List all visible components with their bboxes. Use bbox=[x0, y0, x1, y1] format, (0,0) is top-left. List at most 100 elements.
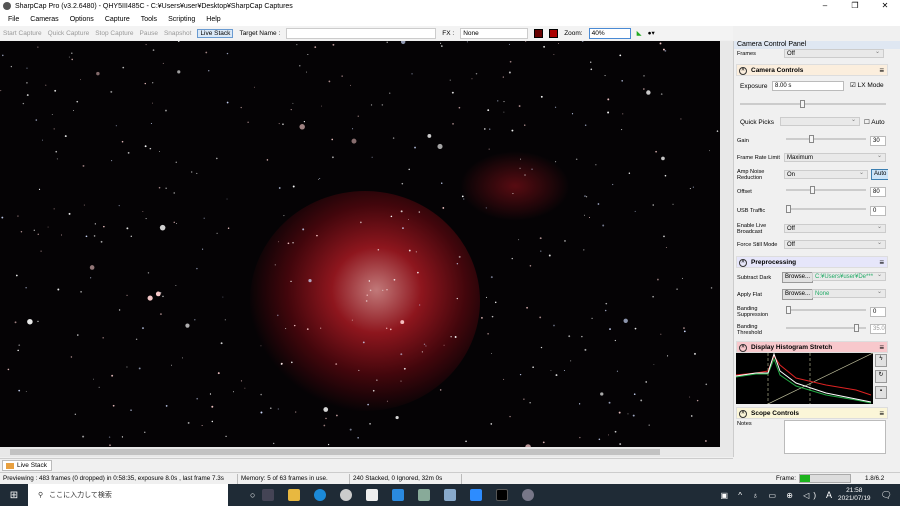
quick-picks-select[interactable] bbox=[780, 116, 860, 126]
menu-icon[interactable]: ≡ bbox=[879, 342, 884, 354]
task-view-icon[interactable] bbox=[262, 489, 275, 501]
file-explorer-icon[interactable] bbox=[288, 489, 301, 501]
star bbox=[253, 86, 255, 88]
menu-tools[interactable]: Tools bbox=[141, 16, 157, 23]
clock[interactable]: 21:58 2021/07/19 bbox=[838, 487, 871, 503]
frame-rate-select[interactable]: Maximum bbox=[784, 152, 886, 162]
histogram-icon[interactable]: ◣ bbox=[637, 29, 642, 37]
reset-icon[interactable]: ↻ bbox=[875, 370, 887, 383]
gain-input[interactable]: 30 bbox=[870, 136, 886, 146]
exposure-slider[interactable] bbox=[740, 100, 886, 110]
app-icon[interactable] bbox=[340, 489, 353, 501]
image-vertical-scrollbar[interactable] bbox=[720, 41, 733, 447]
notification-icon[interactable]: 🗨 bbox=[881, 490, 892, 501]
maximize-button[interactable]: ❐ bbox=[840, 0, 870, 12]
star bbox=[247, 121, 249, 124]
star bbox=[155, 291, 161, 297]
app2-icon[interactable] bbox=[444, 489, 457, 501]
menu-cameras[interactable]: Cameras bbox=[30, 16, 58, 23]
usb-traffic-slider[interactable] bbox=[786, 205, 866, 215]
star bbox=[109, 444, 111, 447]
sharpcap-taskbar-icon[interactable] bbox=[522, 489, 535, 501]
quick-picks-auto-checkbox[interactable]: ☐ Auto bbox=[864, 119, 885, 126]
menu-scripting[interactable]: Scripting bbox=[168, 16, 195, 23]
collapse-icon[interactable]: ^ bbox=[739, 67, 747, 75]
amp-noise-select[interactable]: On bbox=[784, 169, 868, 179]
snapshot-button[interactable]: Snapshot bbox=[164, 30, 191, 37]
taskbar-search[interactable]: ⚲ ここに入力して検索 bbox=[28, 484, 228, 506]
system-tray-icons[interactable]: ▣ ^ ♁ ▭ ⊕ ◁) bbox=[720, 491, 820, 500]
zoom-app-icon[interactable] bbox=[470, 489, 483, 501]
live-stack-button[interactable]: Live Stack bbox=[197, 28, 234, 38]
collapse-icon[interactable]: ^ bbox=[739, 410, 747, 418]
auto-stretch-icon[interactable]: ϟ bbox=[875, 354, 887, 367]
histogram-header[interactable]: ^ Display Histogram Stretch ≡ bbox=[736, 341, 888, 353]
exposure-input[interactable]: 8.00 s bbox=[772, 81, 844, 91]
fx-select[interactable]: None bbox=[460, 27, 529, 39]
force-still-select[interactable]: Off bbox=[784, 239, 886, 249]
menu-capture[interactable]: Capture bbox=[105, 16, 130, 23]
frames-select[interactable]: Off bbox=[784, 48, 884, 58]
paint-icon[interactable] bbox=[418, 489, 431, 501]
tab-live-stack[interactable]: Live Stack bbox=[2, 460, 52, 471]
image-horizontal-scrollbar[interactable] bbox=[0, 447, 733, 457]
histogram-display[interactable] bbox=[736, 353, 873, 404]
offset-input[interactable]: 80 bbox=[870, 187, 886, 197]
star bbox=[175, 223, 177, 224]
magnifier-icon[interactable]: ●▾ bbox=[648, 29, 655, 37]
dark-select[interactable]: C:¥Users¥user¥De*** bbox=[812, 271, 886, 281]
flat-browse-button[interactable]: Browse... bbox=[782, 289, 814, 300]
collapse-icon[interactable]: ^ bbox=[739, 344, 747, 352]
app3-icon[interactable] bbox=[496, 489, 509, 501]
zoom-select[interactable]: 40% bbox=[588, 27, 631, 39]
collapse-icon[interactable]: ^ bbox=[739, 259, 747, 267]
cortana-icon[interactable]: ○ bbox=[250, 490, 255, 500]
mail-icon[interactable] bbox=[392, 489, 405, 501]
banding-suppression-slider[interactable] bbox=[786, 306, 866, 316]
banding-threshold-slider[interactable] bbox=[786, 324, 866, 334]
live-broadcast-select[interactable]: Off bbox=[784, 223, 886, 233]
edge-icon[interactable] bbox=[314, 489, 327, 501]
banding-suppression-input[interactable]: 0 bbox=[870, 307, 886, 317]
menu-icon[interactable]: ≡ bbox=[879, 65, 884, 77]
menu-options[interactable]: Options bbox=[70, 16, 94, 23]
lx-mode-checkbox[interactable]: ☑ LX Mode bbox=[850, 82, 884, 89]
banding-threshold-input[interactable]: 35.0 bbox=[870, 324, 886, 334]
star bbox=[272, 442, 275, 445]
flat-select[interactable]: None bbox=[812, 288, 886, 298]
windows-start-icon[interactable]: ⊞ bbox=[0, 490, 28, 501]
pause-button[interactable]: Pause bbox=[140, 30, 158, 37]
star bbox=[142, 210, 144, 212]
amp-auto-button[interactable]: Auto bbox=[871, 169, 890, 180]
menu-file[interactable]: File bbox=[8, 16, 19, 23]
notes-textarea[interactable] bbox=[784, 420, 886, 454]
target-name-input[interactable] bbox=[286, 27, 437, 39]
panel-scrollbar[interactable] bbox=[888, 49, 900, 457]
quick-capture-button[interactable]: Quick Capture bbox=[48, 30, 90, 37]
minimize-button[interactable]: – bbox=[810, 0, 840, 12]
dark-browse-button[interactable]: Browse... bbox=[782, 272, 814, 283]
start-capture-button[interactable]: Start Capture bbox=[3, 30, 42, 37]
offset-slider[interactable] bbox=[786, 186, 866, 196]
camera-controls-header[interactable]: ^ Camera Controls ≡ bbox=[736, 64, 888, 76]
gain-slider[interactable] bbox=[786, 135, 866, 145]
star bbox=[614, 339, 616, 342]
star bbox=[519, 167, 521, 169]
store-icon[interactable] bbox=[366, 489, 379, 501]
menu-icon[interactable]: ≡ bbox=[879, 257, 884, 269]
preprocessing-header[interactable]: ^ Preprocessing ≡ bbox=[736, 256, 888, 268]
menu-help[interactable]: Help bbox=[206, 16, 220, 23]
star bbox=[76, 100, 79, 103]
scope-controls-header[interactable]: ^ Scope Controls ≡ bbox=[736, 407, 888, 419]
usb-traffic-input[interactable]: 0 bbox=[870, 206, 886, 216]
live-image-view[interactable] bbox=[0, 41, 720, 447]
star bbox=[216, 157, 218, 160]
ime-indicator[interactable]: A bbox=[826, 490, 832, 500]
menu-icon[interactable]: ≡ bbox=[879, 408, 884, 420]
color-button-icon[interactable] bbox=[534, 28, 544, 38]
color-button-2-icon[interactable] bbox=[549, 28, 559, 38]
save-icon[interactable]: ▪ bbox=[875, 386, 887, 399]
star bbox=[111, 160, 113, 162]
close-button[interactable]: ✕ bbox=[870, 0, 900, 12]
stop-capture-button[interactable]: Stop Capture bbox=[95, 30, 133, 37]
